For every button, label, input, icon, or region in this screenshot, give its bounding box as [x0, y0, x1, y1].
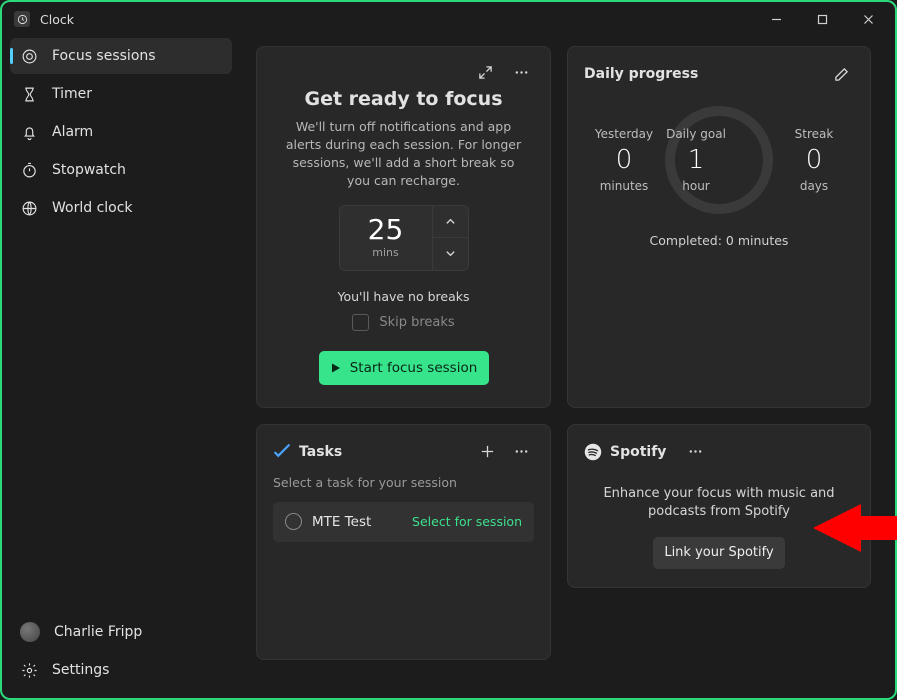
tasks-icon	[273, 443, 291, 461]
focus-description: We'll turn off notifications and app ale…	[281, 118, 526, 191]
expand-icon[interactable]	[472, 59, 498, 85]
stat-streak: Streak 0 days	[778, 127, 850, 193]
skip-breaks-checkbox[interactable]	[352, 314, 369, 331]
duration-value: 25	[368, 216, 404, 244]
daily-completed: Completed: 0 minutes	[584, 233, 854, 248]
task-name: MTE Test	[312, 514, 402, 530]
sidebar-item-alarm[interactable]: Alarm	[10, 114, 232, 150]
main-content: Get ready to focus We'll turn off notifi…	[240, 36, 895, 698]
more-icon[interactable]	[508, 59, 534, 85]
sidebar: Focus sessions Timer Alarm Stopwatch	[2, 36, 240, 698]
hourglass-icon	[20, 86, 38, 103]
titlebar: Clock	[2, 2, 895, 36]
start-button-label: Start focus session	[350, 360, 478, 376]
sidebar-item-label: Focus sessions	[52, 48, 156, 64]
skip-breaks-label: Skip breaks	[379, 315, 454, 330]
gear-icon	[20, 662, 38, 679]
tasks-card: Tasks Select a task for your session MTE…	[256, 424, 551, 660]
edit-icon[interactable]	[828, 61, 854, 87]
daily-goal-ring: Daily goal 1 hour	[660, 101, 778, 219]
sidebar-user[interactable]: Charlie Fripp	[10, 614, 232, 650]
sidebar-item-label: Settings	[52, 662, 109, 678]
task-row[interactable]: MTE Test Select for session	[273, 502, 534, 542]
stopwatch-icon	[20, 162, 38, 179]
focus-title: Get ready to focus	[273, 88, 534, 110]
globe-icon	[20, 200, 38, 217]
avatar	[20, 622, 40, 642]
add-task-button[interactable]	[474, 439, 500, 465]
link-spotify-button[interactable]: Link your Spotify	[653, 537, 785, 569]
sidebar-item-label: World clock	[52, 200, 133, 216]
user-name: Charlie Fripp	[54, 624, 142, 640]
window-minimize-button[interactable]	[753, 4, 799, 34]
tasks-title: Tasks	[299, 444, 342, 460]
window-close-button[interactable]	[845, 4, 891, 34]
spotify-icon	[584, 443, 602, 461]
spotify-message: Enhance your focus with music and podcas…	[592, 485, 846, 521]
tasks-subtitle: Select a task for your session	[273, 475, 534, 490]
stat-yesterday: Yesterday 0 minutes	[588, 127, 660, 193]
duration-increase-button[interactable]	[433, 206, 468, 239]
app-title: Clock	[40, 12, 74, 27]
task-select-action[interactable]: Select for session	[412, 514, 522, 529]
spotify-card: Spotify Enhance your focus with music an…	[567, 424, 871, 588]
focus-icon	[20, 48, 38, 65]
sidebar-item-settings[interactable]: Settings	[10, 652, 232, 688]
sidebar-item-label: Stopwatch	[52, 162, 126, 178]
duration-selector[interactable]: 25 mins	[339, 205, 469, 271]
daily-progress-card: Daily progress Yesterday 0 minutes Daily…	[567, 46, 871, 408]
sidebar-item-label: Alarm	[52, 124, 93, 140]
more-icon[interactable]	[682, 439, 708, 465]
app-icon	[14, 11, 30, 27]
spotify-title: Spotify	[610, 444, 666, 460]
bell-icon	[20, 124, 38, 141]
sidebar-item-label: Timer	[52, 86, 92, 102]
start-focus-button[interactable]: Start focus session	[319, 351, 489, 385]
sidebar-item-focus-sessions[interactable]: Focus sessions	[10, 38, 232, 74]
sidebar-item-timer[interactable]: Timer	[10, 76, 232, 112]
sidebar-item-world-clock[interactable]: World clock	[10, 190, 232, 226]
breaks-message: You'll have no breaks	[273, 289, 534, 304]
sidebar-item-stopwatch[interactable]: Stopwatch	[10, 152, 232, 188]
duration-unit: mins	[372, 246, 398, 259]
more-icon[interactable]	[508, 439, 534, 465]
duration-decrease-button[interactable]	[433, 238, 468, 270]
daily-progress-title: Daily progress	[584, 66, 698, 82]
task-checkbox[interactable]	[285, 513, 302, 530]
window-maximize-button[interactable]	[799, 4, 845, 34]
focus-card: Get ready to focus We'll turn off notifi…	[256, 46, 551, 408]
